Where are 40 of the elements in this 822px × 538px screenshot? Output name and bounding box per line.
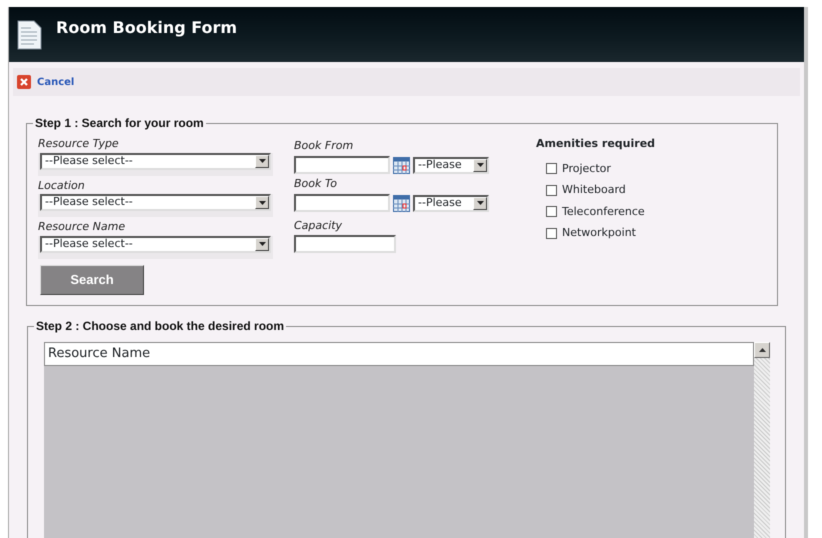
field-label: Book From [294, 139, 354, 152]
scroll-up-icon[interactable] [758, 348, 766, 352]
section-title: Step 1 : Search for your room [34, 117, 205, 129]
field-label: Resource Name [38, 220, 126, 233]
field-label: Location [38, 178, 85, 192]
time-dropdown[interactable]: --Please [413, 156, 489, 174]
capacity-field[interactable] [294, 235, 396, 253]
section-heading: Amenities required [536, 136, 656, 152]
caret-icon [476, 163, 484, 167]
caret-icon [476, 201, 484, 205]
window-title: Room Booking Form [56, 16, 238, 38]
section-title: Step 2 : Choose and book the desired room [35, 320, 286, 332]
checkbox[interactable] [546, 206, 557, 218]
dropdown[interactable]: --Please select-- [40, 236, 271, 252]
dropdown[interactable]: --Please select-- [40, 152, 271, 170]
date-field[interactable] [294, 194, 390, 212]
checkbox-label: Teleconference [562, 204, 645, 220]
field-label: Capacity [294, 219, 342, 232]
search-button[interactable]: Search [40, 264, 144, 294]
dropdown[interactable]: --Please select-- [40, 194, 271, 211]
scrollbar[interactable] [754, 342, 770, 538]
close-icon[interactable] [17, 75, 31, 89]
checkbox[interactable] [546, 163, 557, 174]
calendar-icon[interactable] [393, 156, 410, 174]
document-icon [17, 20, 42, 50]
checkbox-label: Projector [562, 160, 611, 176]
time-dropdown[interactable]: --Please [413, 194, 489, 212]
checkbox[interactable] [546, 228, 557, 239]
column-header: Resource Name [47, 345, 150, 364]
checkbox[interactable] [546, 184, 557, 196]
field-label: Resource Type [38, 137, 119, 150]
cancel-link[interactable]: Cancel [37, 74, 74, 90]
checkbox-label: Networkpoint [562, 225, 636, 241]
caret-icon [258, 200, 266, 204]
checkbox-label: Whiteboard [562, 182, 626, 198]
date-field[interactable] [294, 156, 390, 174]
caret-icon [258, 159, 266, 163]
caret-icon [258, 242, 266, 246]
field-label: Book To [294, 177, 337, 190]
calendar-icon[interactable] [393, 194, 410, 212]
